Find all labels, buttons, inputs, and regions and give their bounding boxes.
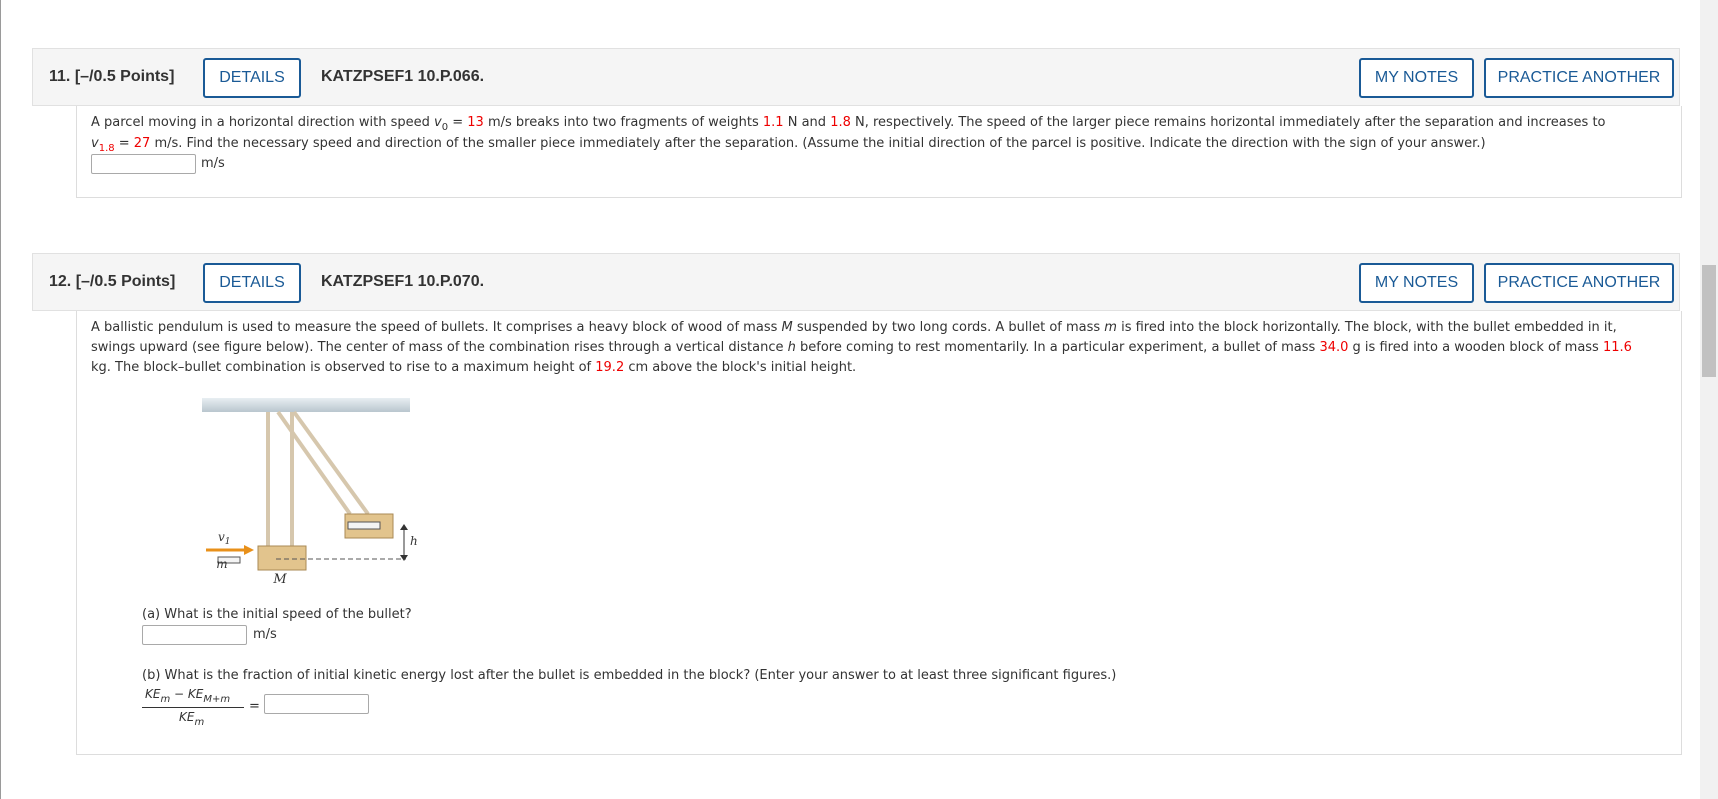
part-a-input[interactable] — [142, 625, 247, 645]
answer-input[interactable] — [91, 154, 196, 174]
question-code: KATZPSEF1 10.P.066. — [321, 68, 485, 85]
h-label: h — [410, 534, 418, 548]
question-11-header: 11. [–/0.5 Points] DETAILS KATZPSEF1 10.… — [32, 48, 1680, 106]
details-button[interactable]: DETAILS — [203, 58, 301, 98]
ballistic-pendulum-figure: v1 m M h — [202, 398, 418, 587]
v1-label: v1 — [218, 530, 231, 547]
question-11-text: A parcel moving in a horizontal directio… — [91, 115, 1606, 154]
equals-sign: = — [249, 699, 260, 714]
question-number-points: 12. [–/0.5 Points] — [49, 273, 176, 290]
vertical-scrollbar[interactable] — [1700, 0, 1718, 799]
embedded-bullet — [347, 521, 381, 530]
m-label: m — [216, 557, 227, 571]
fraction-numerator: KEm − KEM+m — [145, 687, 231, 705]
answer-unit: m/s — [201, 156, 225, 171]
scrollbar-thumb[interactable] — [1702, 265, 1716, 377]
ceiling — [202, 398, 410, 412]
block-initial — [257, 545, 307, 571]
M-label: M — [272, 572, 287, 587]
part-b-input[interactable] — [264, 694, 369, 714]
part-a-unit: m/s — [253, 627, 277, 642]
left-border — [0, 0, 1, 799]
question-number-points: 11. [–/0.5 Points] — [49, 68, 175, 85]
my-notes-button[interactable]: MY NOTES — [1359, 58, 1474, 98]
fraction-denominator: KEm — [179, 710, 205, 728]
question-code: KATZPSEF1 10.P.070. — [321, 273, 485, 290]
fraction-bar — [142, 707, 244, 708]
my-notes-button[interactable]: MY NOTES — [1359, 263, 1474, 303]
practice-another-button[interactable]: PRACTICE ANOTHER — [1484, 58, 1674, 98]
question-12-header: 12. [–/0.5 Points] DETAILS KATZPSEF1 10.… — [32, 253, 1680, 311]
part-b-question: (b) What is the fraction of initial kine… — [142, 668, 1117, 683]
details-button[interactable]: DETAILS — [203, 263, 301, 303]
practice-another-button[interactable]: PRACTICE ANOTHER — [1484, 263, 1674, 303]
question-12-text: A ballistic pendulum is used to measure … — [91, 320, 1632, 375]
part-a-question: (a) What is the initial speed of the bul… — [142, 607, 412, 622]
